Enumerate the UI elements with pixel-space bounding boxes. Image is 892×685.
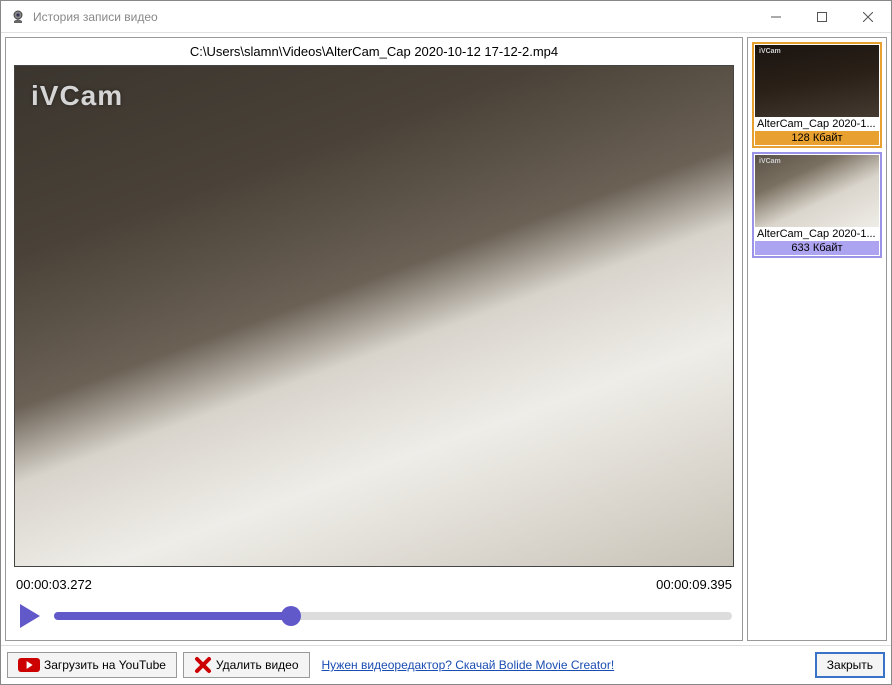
thumbnail-size: 633 Кбайт [755, 241, 879, 255]
thumbnail-image: iVCam [755, 155, 879, 227]
thumbnail-watermark: iVCam [759, 48, 781, 55]
minimize-button[interactable] [753, 1, 799, 33]
delete-label: Удалить видео [216, 658, 299, 672]
youtube-icon [18, 658, 40, 672]
time-row: 00:00:03.272 00:00:09.395 [6, 569, 742, 598]
thumbnail-watermark: iVCam [759, 158, 781, 165]
close-button[interactable]: Закрыть [815, 652, 885, 678]
thumbnail-panel: iVCamAlterCam_Cap 2020-1...128 КбайтiVCa… [747, 37, 887, 641]
thumbnail-item[interactable]: iVCam AlterCam_Cap 2020-1...633 Кбайт [752, 152, 882, 258]
app-icon [9, 8, 27, 26]
total-time: 00:00:09.395 [656, 577, 732, 592]
player-controls [6, 598, 742, 640]
upload-label: Загрузить на YouTube [44, 658, 166, 672]
seek-fill [54, 612, 291, 620]
player-panel: C:\Users\slamn\Videos\AlterCam_Cap 2020-… [5, 37, 743, 641]
thumbnail-name: AlterCam_Cap 2020-1... [755, 117, 879, 131]
editor-link[interactable]: Нужен видеоредактор? Скачай Bolide Movie… [316, 658, 809, 672]
seek-thumb[interactable] [281, 606, 301, 626]
footer-bar: Загрузить на YouTube Удалить видео Нужен… [1, 645, 891, 684]
close-label: Закрыть [827, 658, 873, 672]
seek-slider[interactable] [54, 612, 732, 620]
thumbnail-item[interactable]: iVCam AlterCam_Cap 2020-1...128 Кбайт [752, 42, 882, 148]
close-window-button[interactable] [845, 1, 891, 33]
thumbnail-image: iVCam [755, 45, 879, 117]
maximize-button[interactable] [799, 1, 845, 33]
play-button[interactable] [16, 602, 44, 630]
current-time: 00:00:03.272 [16, 577, 92, 592]
file-path-label: C:\Users\slamn\Videos\AlterCam_Cap 2020-… [6, 38, 742, 63]
thumbnail-name: AlterCam_Cap 2020-1... [755, 227, 879, 241]
video-watermark: iVCam [31, 80, 123, 112]
delete-icon [194, 656, 212, 674]
upload-youtube-button[interactable]: Загрузить на YouTube [7, 652, 177, 678]
video-image [15, 66, 733, 566]
thumbnail-size: 128 Кбайт [755, 131, 879, 145]
video-preview[interactable]: iVCam [14, 65, 734, 567]
window-root: История записи видео C:\Users\slamn\Vide… [0, 0, 892, 685]
delete-video-button[interactable]: Удалить видео [183, 652, 310, 678]
titlebar: История записи видео [1, 1, 891, 33]
content-area: C:\Users\slamn\Videos\AlterCam_Cap 2020-… [1, 33, 891, 645]
window-title: История записи видео [33, 10, 158, 24]
